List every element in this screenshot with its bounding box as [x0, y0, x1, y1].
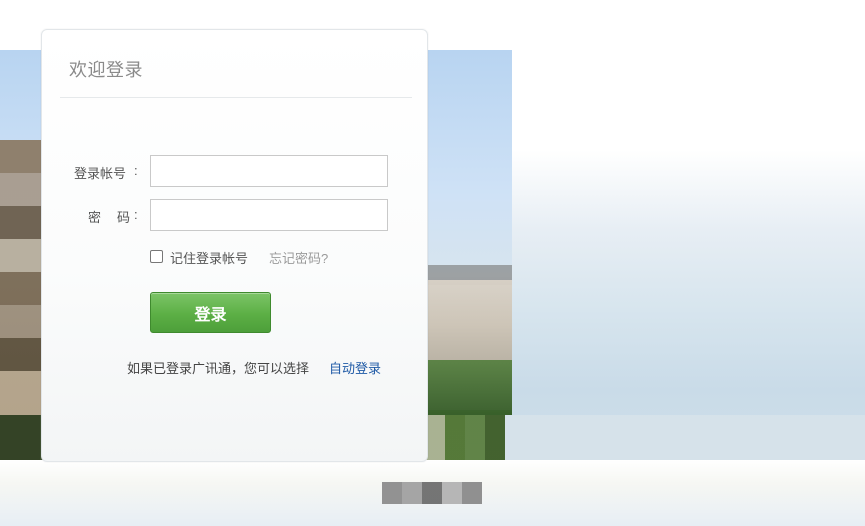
password-row: 密码 : [42, 199, 427, 233]
title-divider [60, 97, 412, 98]
account-label: 登录帐号 [74, 166, 127, 181]
forgot-password-link[interactable]: 忘记密码? [269, 248, 328, 267]
account-input[interactable] [150, 155, 388, 187]
login-title: 欢迎登录 [69, 60, 143, 80]
auto-login-line: 如果已登录广讯通，您可以选择 自动登录 [127, 357, 427, 377]
account-label-colon: : [134, 163, 138, 178]
remember-row: 记住登录帐号 忘记密码? [150, 247, 390, 267]
auto-login-link[interactable]: 自动登录 [329, 358, 381, 377]
remember-account-label[interactable]: 记住登录帐号 [170, 248, 248, 267]
password-input[interactable] [150, 199, 388, 231]
photo-trees [427, 360, 512, 415]
photo-left-pixel-blocks [0, 140, 42, 415]
login-button[interactable]: 登录 [150, 292, 271, 333]
unchecked-checkbox-icon[interactable] [150, 250, 163, 263]
auto-login-text: 如果已登录广讯通，您可以选择 [127, 361, 310, 376]
password-label-colon: : [134, 207, 138, 222]
account-row: 登录帐号 : [42, 155, 427, 189]
login-panel: 欢迎登录 登录帐号 : 密码 : 记住登录帐号 忘记密码? 登录 如果已登录广讯… [41, 29, 428, 462]
background-bottom-pixels [382, 482, 482, 504]
